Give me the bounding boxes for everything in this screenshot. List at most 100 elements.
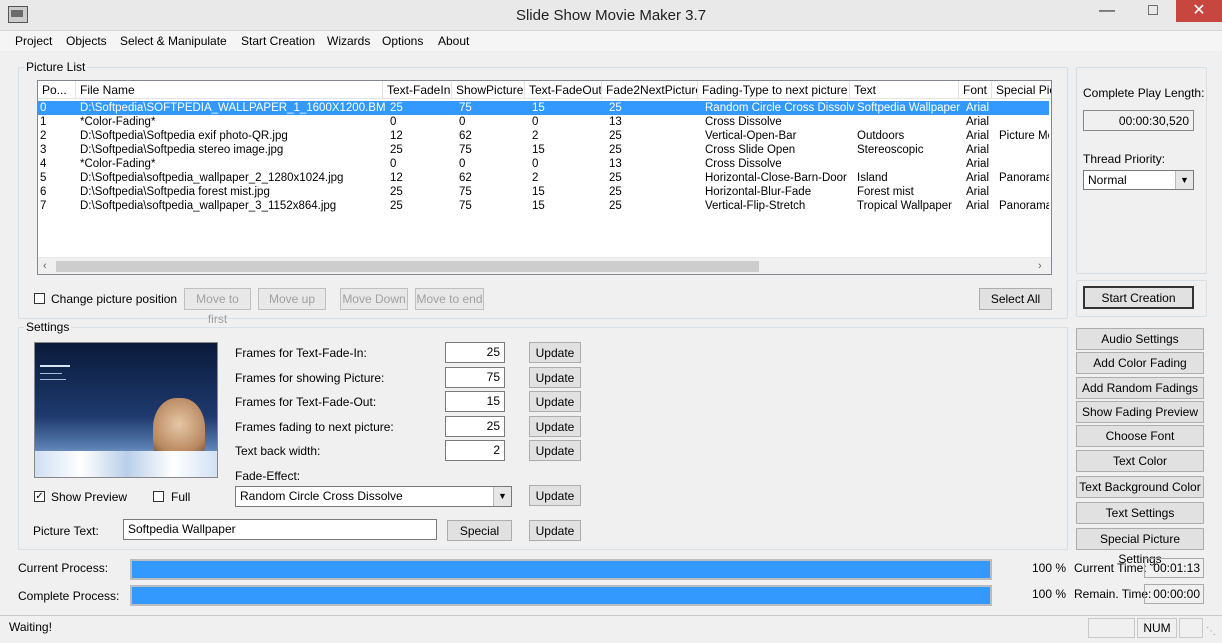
chevron-down-icon[interactable]: ▼ xyxy=(1175,171,1193,189)
menu-start-creation[interactable]: Start Creation xyxy=(241,34,315,48)
update-text-fade-out-button[interactable]: Update xyxy=(529,391,581,412)
frames-fading-next-label: Frames fading to next picture: xyxy=(235,420,394,434)
start-creation-button[interactable]: Start Creation xyxy=(1083,286,1194,309)
picture-list-view[interactable]: Po... File Name Text-FadeIn ShowPicture … xyxy=(37,80,1052,275)
preview-text-line xyxy=(40,365,70,367)
cell-text: Island xyxy=(857,172,888,184)
column-header-file-name[interactable]: File Name xyxy=(76,81,383,99)
picture-list-label: Picture List xyxy=(24,60,88,74)
frames-fading-next-input[interactable]: 25 xyxy=(445,416,505,437)
column-header-fade2nextpicture[interactable]: Fade2NextPicture xyxy=(602,81,698,99)
status-panel-empty xyxy=(1088,618,1135,638)
add-color-fading-button[interactable]: Add Color Fading xyxy=(1076,352,1204,374)
cell-showpicture: 62 xyxy=(459,172,472,184)
special-picture-settings-button[interactable]: Special Picture Settings xyxy=(1076,528,1204,566)
table-row[interactable]: 0 D:\Softpedia\SOFTPEDIA_WALLPAPER_1_1600… xyxy=(38,101,1049,115)
move-up-button[interactable]: Move up xyxy=(258,288,326,310)
preview-text-line xyxy=(40,373,62,374)
cell-fading-type: Cross Dissolve xyxy=(705,116,782,128)
show-preview-checkbox[interactable]: ✓ xyxy=(34,491,45,502)
column-header-position[interactable]: Po... xyxy=(38,81,76,99)
column-header-text-fadeout[interactable]: Text-FadeOut xyxy=(525,81,602,99)
frames-text-fade-in-input[interactable]: 25 xyxy=(445,342,505,363)
cell-font: Arial xyxy=(966,144,990,156)
fade-effect-value: Random Circle Cross Dissolve xyxy=(240,489,403,503)
menu-wizards[interactable]: Wizards xyxy=(327,34,370,48)
update-text-fade-in-button[interactable]: Update xyxy=(529,342,581,363)
thread-priority-select[interactable]: Normal ▼ xyxy=(1083,170,1194,190)
cell-text-fadein: 12 xyxy=(390,130,403,142)
column-header-text-fadein[interactable]: Text-FadeIn xyxy=(383,81,452,99)
cell-position: 6 xyxy=(40,186,47,198)
cell-file-name: D:\Softpedia\SOFTPEDIA_WALLPAPER_1_1600X… xyxy=(80,102,385,114)
menu-project[interactable]: Project xyxy=(15,34,52,48)
move-to-end-button[interactable]: Move to end xyxy=(415,288,484,310)
maximize-button[interactable]: □ xyxy=(1130,0,1176,22)
scroll-right-icon[interactable]: › xyxy=(1038,260,1042,272)
settings-label: Settings xyxy=(24,320,72,334)
move-down-button[interactable]: Move Down xyxy=(340,288,408,310)
current-process-label: Current Process: xyxy=(18,561,109,575)
cell-showpicture: 0 xyxy=(459,116,466,128)
full-checkbox[interactable] xyxy=(153,491,164,502)
update-text-back-width-button[interactable]: Update xyxy=(529,440,581,461)
update-fade-effect-button[interactable]: Update xyxy=(529,485,581,506)
status-num: NUM xyxy=(1137,618,1177,638)
close-button[interactable]: ✕ xyxy=(1176,0,1222,22)
table-row[interactable]: 1 *Color-Fading* 0 0 0 13 Cross Dissolve Arial xyxy=(38,115,1049,129)
table-row[interactable]: 7 D:\Softpedia\softpedia_wallpaper_3_1152… xyxy=(38,199,1049,213)
special-button[interactable]: Special xyxy=(447,520,512,541)
column-header-showpicture[interactable]: ShowPicture xyxy=(452,81,525,99)
frames-showing-picture-input[interactable]: 75 xyxy=(445,367,505,388)
menu-about[interactable]: About xyxy=(438,34,469,48)
current-process-fill xyxy=(131,560,991,579)
select-all-button[interactable]: Select All xyxy=(979,288,1052,310)
horizontal-scrollbar[interactable]: ‹ › xyxy=(38,257,1051,274)
frames-text-fade-out-input[interactable]: 15 xyxy=(445,391,505,412)
cell-file-name: D:\Softpedia\Softpedia forest mist.jpg xyxy=(80,186,270,198)
menu-objects[interactable]: Objects xyxy=(66,34,107,48)
show-fading-preview-button[interactable]: Show Fading Preview xyxy=(1076,401,1204,423)
cell-position: 7 xyxy=(40,200,47,212)
cell-fading-type: Vertical-Flip-Stretch xyxy=(705,200,806,212)
picture-text-input[interactable]: Softpedia Wallpaper xyxy=(123,519,437,540)
table-row[interactable]: 2 D:\Softpedia\Softpedia exif photo-QR.jp… xyxy=(38,129,1049,143)
cell-font: Arial xyxy=(966,130,990,142)
move-to-first-button[interactable]: Move to first xyxy=(184,288,251,326)
choose-font-button[interactable]: Choose Font xyxy=(1076,425,1204,447)
table-row[interactable]: 6 D:\Softpedia\Softpedia forest mist.jpg 2… xyxy=(38,185,1049,199)
table-row[interactable]: 4 *Color-Fading* 0 0 0 13 Cross Dissolve Arial xyxy=(38,157,1049,171)
column-header-fading-type[interactable]: Fading-Type to next picture xyxy=(698,81,850,99)
minimize-button[interactable]: — xyxy=(1084,0,1130,22)
remain-time-value: 00:00:00 xyxy=(1144,584,1204,604)
change-position-checkbox[interactable] xyxy=(34,293,45,304)
update-showing-picture-button[interactable]: Update xyxy=(529,367,581,388)
cell-fading-type: Cross Dissolve xyxy=(705,158,782,170)
text-settings-button[interactable]: Text Settings xyxy=(1076,502,1204,524)
menu-options[interactable]: Options xyxy=(382,34,423,48)
column-header-font[interactable]: Font xyxy=(959,81,992,99)
scrollbar-thumb[interactable] xyxy=(56,261,759,272)
add-random-fadings-button[interactable]: Add Random Fadings xyxy=(1076,377,1204,399)
chevron-down-icon[interactable]: ▼ xyxy=(493,487,511,506)
column-header-text[interactable]: Text xyxy=(850,81,959,99)
update-picture-text-button[interactable]: Update xyxy=(529,520,581,541)
cell-file-name: D:\Softpedia\Softpedia exif photo-QR.jpg xyxy=(80,130,288,142)
text-color-button[interactable]: Text Color xyxy=(1076,450,1204,472)
resize-grip-icon[interactable]: ⋱ xyxy=(1206,626,1216,637)
fade-effect-select[interactable]: Random Circle Cross Dissolve ▼ xyxy=(235,486,512,507)
table-row[interactable]: 3 D:\Softpedia\Softpedia stereo image.jpg… xyxy=(38,143,1049,157)
complete-play-length-value: 00:00:30,520 xyxy=(1083,110,1194,131)
scroll-left-icon[interactable]: ‹ xyxy=(43,260,47,272)
update-fading-next-button[interactable]: Update xyxy=(529,416,581,437)
frames-text-fade-out-label: Frames for Text-Fade-Out: xyxy=(235,395,377,409)
menu-select-manipulate[interactable]: Select & Manipulate xyxy=(120,34,227,48)
complete-process-fill xyxy=(131,586,991,605)
text-background-color-button[interactable]: Text Background Color xyxy=(1076,476,1204,498)
column-header-special-picture[interactable]: Special Pic xyxy=(992,81,1051,99)
frames-showing-picture-label: Frames for showing Picture: xyxy=(235,371,385,385)
audio-settings-button[interactable]: Audio Settings xyxy=(1076,328,1204,350)
text-back-width-input[interactable]: 2 xyxy=(445,440,505,461)
cell-showpicture: 75 xyxy=(459,200,472,212)
table-row[interactable]: 5 D:\Softpedia\softpedia_wallpaper_2_1280… xyxy=(38,171,1049,185)
